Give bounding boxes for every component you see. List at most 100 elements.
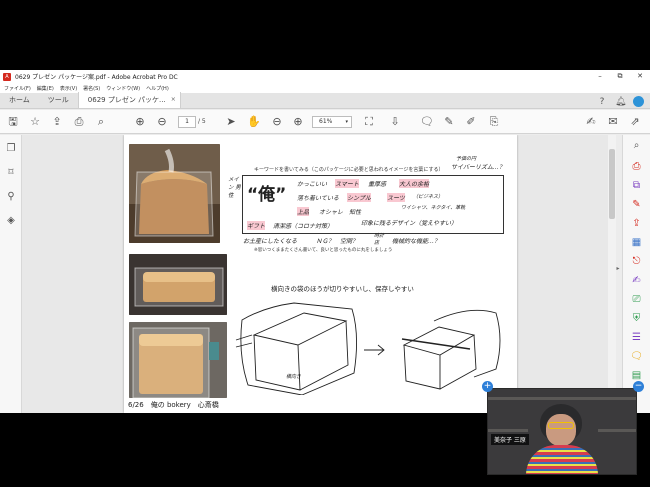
tab-document[interactable]: 0629 プレゼン パッケ... ×: [77, 92, 181, 108]
page-thumbnails-icon[interactable]: ❐: [5, 143, 17, 155]
keyword-gift: ギフト: [247, 221, 266, 230]
create-pdf-icon[interactable]: ⎙: [630, 160, 643, 173]
cyber-rhythm-note: サイバーリズム…？: [451, 164, 505, 171]
video-add-icon[interactable]: +: [482, 381, 493, 392]
notification-bell-icon[interactable]: 🔔︎: [615, 97, 626, 107]
keyword-ore: “俺”: [247, 185, 287, 205]
keyword-heading: キーワードを書いてみる（このパッケージに必要と思われるイメージを言葉にする）: [254, 167, 444, 173]
menu-view[interactable]: 表示(V): [60, 85, 77, 92]
select-arrow-icon[interactable]: ➤: [224, 115, 238, 129]
participant-glasses: [548, 422, 574, 429]
comment-tool-icon[interactable]: 🗨: [630, 350, 643, 363]
scroll-mode-icon[interactable]: ⇩: [388, 115, 402, 129]
scan-ocr-icon[interactable]: ⎚: [630, 293, 643, 306]
zoom-in-icon[interactable]: ⊕: [291, 115, 305, 129]
keyword-calm: 落ち着いている: [297, 195, 339, 202]
fill-sign-icon[interactable]: ✍: [630, 274, 643, 287]
minimize-button[interactable]: –: [590, 70, 610, 83]
print-icon[interactable]: ⎙: [72, 115, 86, 129]
menu-help[interactable]: ヘルプ(H): [146, 85, 169, 92]
account-avatar[interactable]: [633, 96, 644, 107]
sketch-label: 横向き: [286, 374, 302, 380]
keyword-intellect: 知性: [349, 209, 362, 216]
combine-files-icon[interactable]: ⧉: [630, 179, 643, 192]
page-footer: 6/26 俺の bokery 心斎橋: [128, 401, 219, 409]
background-shelf: [488, 397, 636, 400]
menu-file[interactable]: ファイル(F): [4, 85, 31, 92]
keyword-mechanical: 機械的な機能…？: [392, 238, 441, 245]
hand-tool-icon[interactable]: ✋: [247, 115, 261, 129]
menu-sign[interactable]: 署名(S): [83, 85, 100, 92]
keyword-business: （ビジネス）: [413, 194, 444, 200]
comment-icon[interactable]: 🗨: [420, 115, 434, 129]
tab-document-label: 0629 プレゼン パッケ...: [87, 96, 166, 104]
tab-tools[interactable]: ツール: [39, 92, 78, 108]
edit-pdf-icon[interactable]: ✎: [630, 198, 643, 211]
keyword-souvenir: お土産にしたくなる: [243, 238, 298, 245]
upload-cloud-icon[interactable]: ⇪: [50, 115, 64, 129]
bread-photo-horizontal: [129, 254, 227, 315]
restore-button[interactable]: ⧉: [610, 70, 630, 83]
share-icon[interactable]: ⇗: [628, 115, 642, 129]
highlight-pen-icon[interactable]: ✎: [442, 115, 456, 129]
menu-edit[interactable]: 編集(E): [37, 85, 54, 92]
close-window-button[interactable]: ✕: [630, 70, 650, 83]
bag-sketch: [235, 302, 501, 395]
right-panel-collapse-icon[interactable]: ▸: [614, 265, 622, 279]
footnote: ※思いつくままたくさん書いて、良いと思ったものに丸をしましょう: [254, 248, 393, 253]
keyword-suit: スーツ: [387, 193, 405, 202]
zoom-level-select[interactable]: 61% ▾: [312, 116, 352, 128]
acrobat-window: A 0629 プレゼン パッケージ案.pdf - Adobe Acrobat P…: [0, 70, 650, 413]
video-tile[interactable]: 美奈子 三原: [487, 388, 637, 475]
participant-face: [546, 414, 576, 446]
zoom-level-value: 61%: [319, 118, 333, 125]
screen: A 0629 プレゼン パッケージ案.pdf - Adobe Acrobat P…: [0, 0, 650, 487]
page-total: / 5: [198, 118, 206, 125]
keyword-smart: スマート: [335, 179, 359, 188]
tab-close-button[interactable]: ×: [171, 92, 176, 108]
right-tools-panel: ⌕ ⎙ ⧉ ✎ ⇪ ▦ ⎋ ✍ ⎚ ⛨ ☰ 🗨 ▤: [622, 135, 650, 413]
keyword-ng: ＮＧ？: [316, 238, 335, 245]
previous-page-icon[interactable]: ⊕: [133, 115, 147, 129]
keyword-memorable: 印象に残るデザイン（覚えやすい）: [361, 220, 458, 227]
prepare-form-icon[interactable]: ☰: [630, 331, 643, 344]
menu-window[interactable]: ウィンドウ(W): [106, 85, 140, 92]
mail-icon[interactable]: ✉: [606, 115, 620, 129]
note-top-right: 予価の円: [456, 156, 477, 162]
stamp-icon[interactable]: ⎘: [487, 115, 501, 129]
layers-icon[interactable]: ◈: [5, 215, 17, 227]
side-note: メイン 男性: [228, 177, 241, 199]
keyword-simple: シンプル: [347, 193, 371, 202]
search-tools-icon[interactable]: ⌕: [630, 139, 643, 152]
chevron-down-icon: ▾: [345, 119, 348, 125]
tab-row: ホーム ツール 0629 プレゼン パッケ... × ? 🔔︎: [0, 92, 650, 109]
video-minimize-icon[interactable]: −: [633, 381, 644, 392]
next-page-icon[interactable]: ⊖: [155, 115, 169, 129]
keyword-box: “俺” かっこいい スマート 重厚感 大人の余裕 落ち着いている シンプル スー…: [242, 175, 504, 234]
sign-pen-icon[interactable]: ✍: [584, 115, 598, 129]
bookmarks-icon[interactable]: ⌑: [5, 167, 17, 179]
find-magnifier-icon[interactable]: ⌕: [94, 115, 108, 129]
organize-pages-icon[interactable]: ▦: [630, 236, 643, 249]
fit-page-icon[interactable]: ⛶: [362, 115, 376, 129]
keyword-space: 空間？: [340, 238, 359, 245]
document-area: キーワードを書いてみる（このパッケージに必要と思われるイメージを言葉にする） 予…: [22, 135, 608, 413]
tab-home[interactable]: ホーム: [0, 92, 39, 108]
draw-pencil-icon[interactable]: ✐: [464, 115, 478, 129]
attachments-paperclip-icon[interactable]: ⚲: [5, 191, 17, 203]
left-nav-panel: ❐ ⌑ ⚲ ◈: [0, 135, 22, 413]
page-number-input[interactable]: 1: [178, 116, 196, 128]
title-bar: A 0629 プレゼン パッケージ案.pdf - Adobe Acrobat P…: [0, 70, 650, 83]
protect-icon[interactable]: ⛨: [630, 312, 643, 325]
keyword-adult: 大人の余裕: [399, 179, 430, 188]
zoom-out-icon[interactable]: ⊖: [270, 115, 284, 129]
send-for-review-icon[interactable]: ⎋: [630, 255, 643, 268]
save-icon[interactable]: 🖫: [6, 115, 20, 129]
keyword-heavy: 重厚感: [368, 181, 387, 188]
help-icon[interactable]: ?: [597, 97, 607, 107]
account-area: ? 🔔︎: [597, 96, 644, 107]
toolbar: 🖫 ☆ ⇪ ⎙ ⌕ ⊕ ⊖ 1 / 5 ➤ ✋ ⊖ ⊕ 61% ▾ ⛶ ⇩ 🗨 …: [0, 110, 650, 134]
scrollbar-thumb[interactable]: [609, 149, 615, 219]
export-pdf-icon[interactable]: ⇪: [630, 217, 643, 230]
bookmark-star-icon[interactable]: ☆: [28, 115, 42, 129]
